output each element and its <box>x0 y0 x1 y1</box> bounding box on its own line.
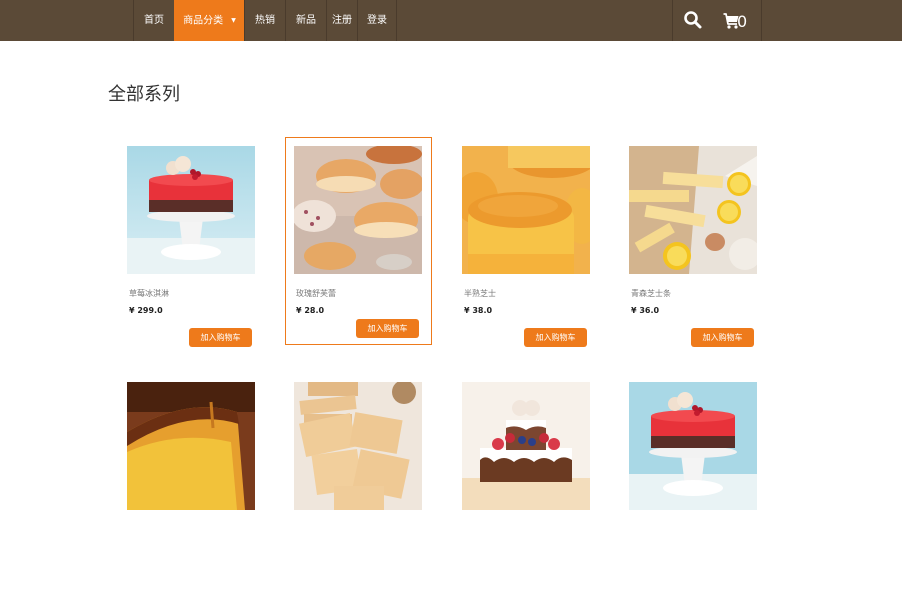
nav-item-categories[interactable]: 商品分类 ▼ <box>174 0 244 41</box>
product-card[interactable] <box>462 382 608 590</box>
nav-tools: 0 <box>672 0 762 41</box>
main-menu: 首页 商品分类 ▼ 热销 新品 注册 登录 <box>133 0 397 41</box>
product-image[interactable] <box>294 146 422 274</box>
nav-item-login[interactable]: 登录 <box>357 0 397 41</box>
product-name[interactable]: 玫瑰舒芙蕾 <box>296 288 336 299</box>
nav-item-register[interactable]: 注册 <box>326 0 357 41</box>
product-card[interactable] <box>629 382 775 590</box>
add-to-cart-button[interactable]: 加入购物车 <box>524 328 587 347</box>
page-title: 全部系列 <box>108 84 180 105</box>
product-card[interactable] <box>294 382 440 590</box>
product-name[interactable]: 半熟芝士 <box>464 288 496 299</box>
product-card[interactable]: 半熟芝士 ¥ 38.0 加入购物车 <box>462 146 608 354</box>
cart-count: 0 <box>737 12 748 31</box>
product-name[interactable]: 青森芝士条 <box>631 288 671 299</box>
product-card[interactable]: 草莓冰淇淋 ¥ 299.0 加入购物车 <box>127 146 273 354</box>
product-price: ¥ 36.0 <box>631 306 660 315</box>
nav-item-categories-label: 商品分类 <box>183 15 224 27</box>
product-image[interactable] <box>462 146 590 274</box>
product-price: ¥ 28.0 <box>296 306 325 315</box>
product-image[interactable] <box>294 382 422 510</box>
add-to-cart-button[interactable]: 加入购物车 <box>691 328 754 347</box>
search-button[interactable] <box>683 10 703 30</box>
product-image[interactable] <box>629 146 757 274</box>
product-card[interactable]: 青森芝士条 ¥ 36.0 加入购物车 <box>629 146 775 354</box>
chevron-down-icon: ▼ <box>231 17 236 24</box>
product-price: ¥ 299.0 <box>129 306 163 315</box>
nav-item-hot[interactable]: 热销 <box>244 0 285 41</box>
search-icon <box>684 11 702 29</box>
product-image[interactable] <box>629 382 757 510</box>
product-card[interactable] <box>127 382 273 590</box>
product-name[interactable]: 草莓冰淇淋 <box>129 288 169 299</box>
nav-item-home[interactable]: 首页 <box>133 0 174 41</box>
product-card[interactable]: 玫瑰舒芙蕾 ¥ 28.0 加入购物车 <box>285 137 432 345</box>
product-image[interactable] <box>127 146 255 274</box>
nav-item-new[interactable]: 新品 <box>285 0 326 41</box>
product-image[interactable] <box>462 382 590 510</box>
add-to-cart-button[interactable]: 加入购物车 <box>356 319 419 338</box>
top-navbar: 首页 商品分类 ▼ 热销 新品 注册 登录 0 <box>0 0 902 41</box>
add-to-cart-button[interactable]: 加入购物车 <box>189 328 252 347</box>
product-price: ¥ 38.0 <box>464 306 493 315</box>
product-image[interactable] <box>127 382 255 510</box>
